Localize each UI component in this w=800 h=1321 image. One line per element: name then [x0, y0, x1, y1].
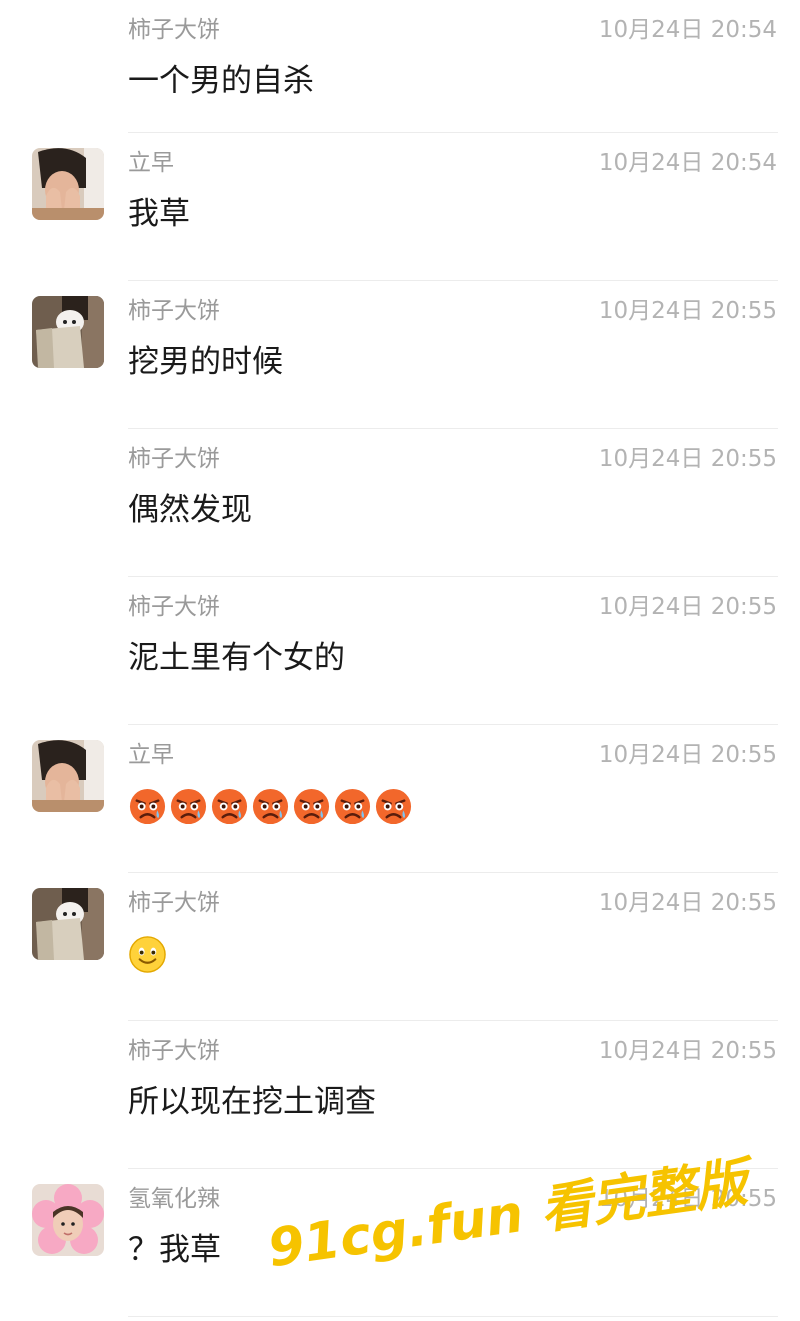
crying-angry-face-icon: [293, 788, 330, 825]
avatar[interactable]: [32, 1184, 104, 1256]
message-time: 10月24日 20:55: [598, 446, 777, 472]
message-text: 所以现在挖土调查: [128, 1084, 376, 1120]
message-text: 偶然发现: [128, 492, 252, 528]
message-item[interactable]: 立早 10月24日 20:54 我草: [0, 133, 800, 281]
emoji-row: [128, 787, 413, 827]
message-text: 泥土里有个女的: [128, 640, 345, 676]
crying-angry-face-icon: [252, 788, 289, 825]
avatar[interactable]: [32, 148, 104, 220]
message-time: 10月24日 20:55: [598, 890, 777, 916]
message-text: 挖男的时候: [128, 344, 283, 380]
message-time: 10月24日 20:55: [598, 742, 777, 768]
message-time: 10月24日 20:54: [598, 150, 777, 176]
sender-name[interactable]: 氢氧化辣: [128, 1183, 220, 1215]
smiling-face-icon: [129, 936, 166, 973]
person-with-pink-flower-pillow-avatar-image: [32, 1184, 104, 1256]
message-time: 10月24日 20:55: [598, 1038, 777, 1064]
crying-angry-face-icon: [334, 788, 371, 825]
message-time: 10月24日 20:54: [598, 17, 777, 43]
chat-message-list: 柿子大饼 10月24日 20:54 一个男的自杀 立早 10月24日 20:54…: [0, 0, 800, 1317]
message-item[interactable]: 柿子大饼 10月24日 20:55 偶然发现: [0, 429, 800, 577]
sender-name[interactable]: 柿子大饼: [128, 14, 220, 46]
message-time: 10月24日 20:55: [598, 298, 777, 324]
crying-angry-face-icon: [129, 788, 166, 825]
avatar[interactable]: [32, 888, 104, 960]
emoji-row: [128, 935, 167, 975]
crying-angry-face-icon: [375, 788, 412, 825]
sender-name[interactable]: 柿子大饼: [128, 591, 220, 623]
sender-name[interactable]: 柿子大饼: [128, 887, 220, 919]
sender-name[interactable]: 立早: [128, 739, 174, 771]
sender-name[interactable]: 立早: [128, 147, 174, 179]
message-text: 我草: [128, 196, 190, 232]
message-item[interactable]: 柿子大饼 10月24日 20:54 一个男的自杀: [0, 0, 800, 133]
sender-name[interactable]: 柿子大饼: [128, 443, 220, 475]
message-item[interactable]: 柿子大饼 10月24日 20:55: [0, 873, 800, 1021]
message-text: 一个男的自杀: [128, 63, 314, 99]
sender-name[interactable]: 柿子大饼: [128, 1035, 220, 1067]
person-covering-face-avatar-image: [32, 148, 104, 220]
crying-angry-face-icon: [170, 788, 207, 825]
person-with-white-dog-avatar-image: [32, 296, 104, 368]
person-covering-face-avatar-image: [32, 740, 104, 812]
person-with-white-dog-avatar-image: [32, 888, 104, 960]
message-item[interactable]: 柿子大饼 10月24日 20:55 泥土里有个女的: [0, 577, 800, 725]
avatar[interactable]: [32, 740, 104, 812]
message-text: ？我草: [128, 1232, 221, 1268]
avatar[interactable]: [32, 296, 104, 368]
crying-angry-face-icon: [211, 788, 248, 825]
divider: [128, 1316, 778, 1317]
message-item[interactable]: 立早 10月24日 20:55: [0, 725, 800, 873]
message-time: 10月24日 20:55: [598, 594, 777, 620]
message-item[interactable]: 柿子大饼 10月24日 20:55 挖男的时候: [0, 281, 800, 429]
sender-name[interactable]: 柿子大饼: [128, 295, 220, 327]
